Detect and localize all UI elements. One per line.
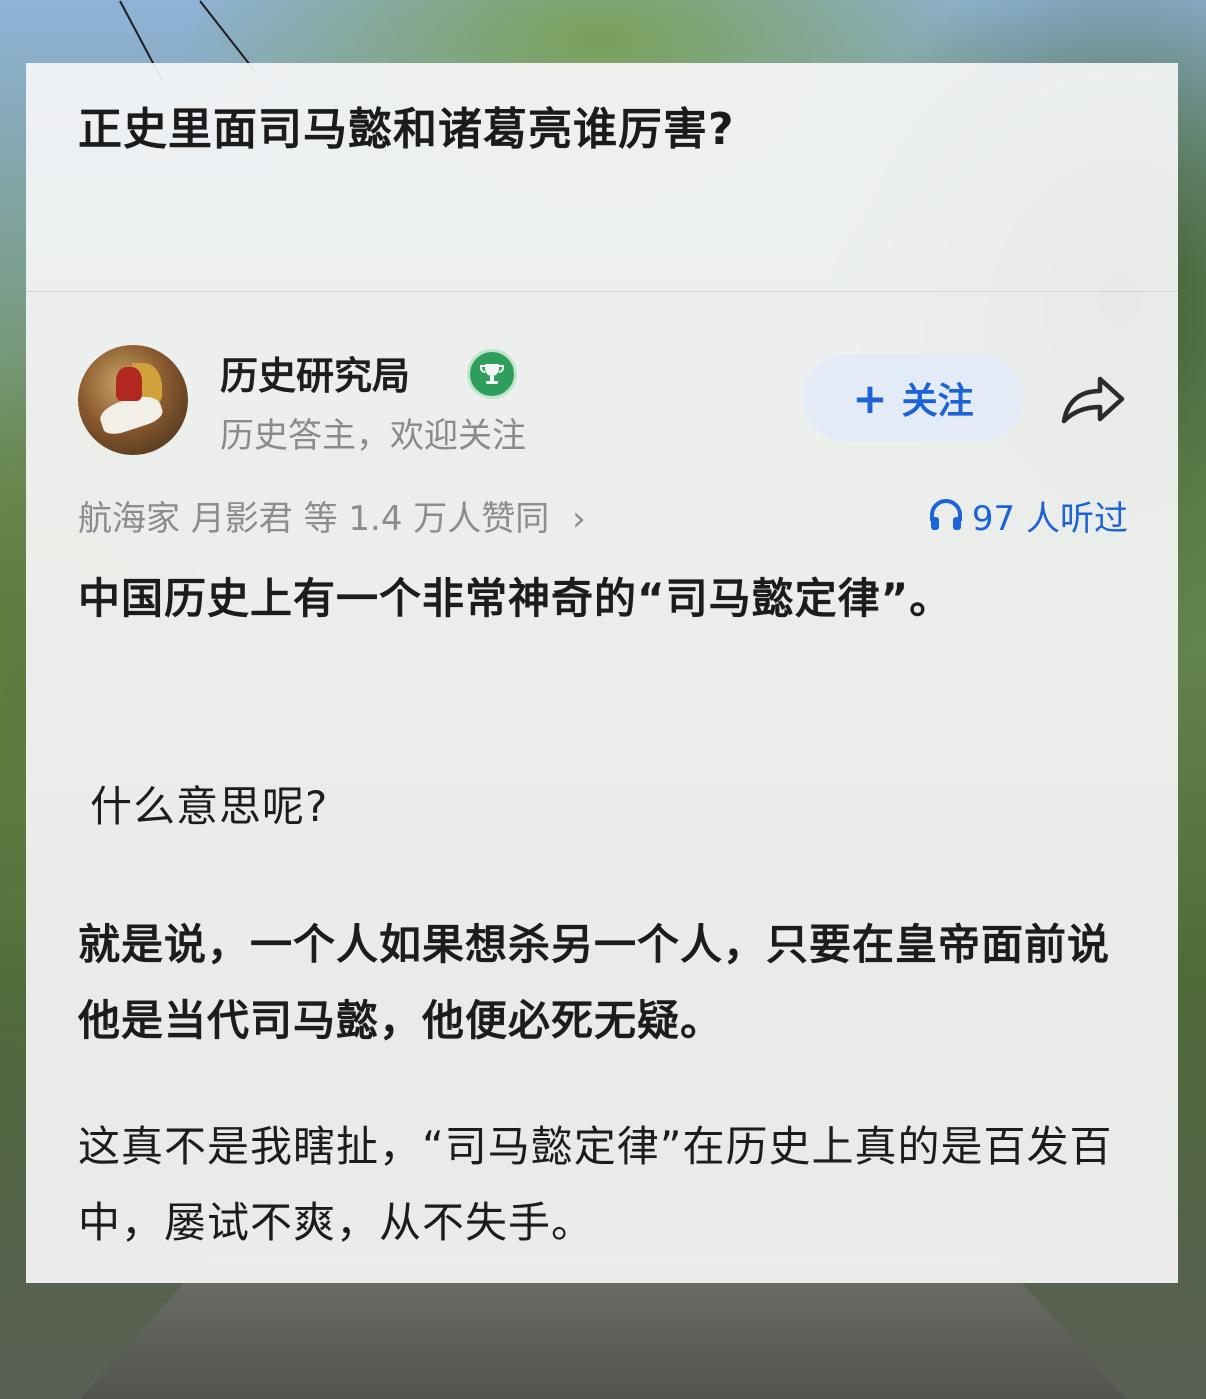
chevron-right-icon: ›: [572, 499, 586, 539]
headphones-icon: [929, 498, 962, 530]
answer-paragraph: 就是说，一个人如果想杀另一个人，只要在皇帝面前说他是当代司马懿，他便必死无疑。: [78, 920, 1111, 1045]
answer-paragraph: 什么意思呢?: [90, 782, 329, 831]
answer-paragraph: 这真不是我瞎扯，“司马懿定律”在历史上真的是百发百中，屡试不爽，从不失手。: [78, 1122, 1113, 1247]
author-avatar[interactable]: [78, 345, 188, 455]
answer-card: 正史里面司马懿和诸葛亮谁厉害? 历史研究局 历史答主，欢迎关注 + 关注 航海家…: [26, 63, 1178, 1283]
follow-button-label: 关注: [901, 381, 974, 422]
answer-paragraph: 中国历史上有一个非常神奇的“司马懿定律”。: [78, 574, 953, 623]
follow-button[interactable]: + 关注: [803, 355, 1023, 441]
endorsement-info[interactable]: 航海家 月影君 等 1.4 万人赞同 ›: [78, 491, 586, 540]
plus-icon: +: [852, 373, 888, 423]
author-description: 历史答主，欢迎关注: [220, 416, 526, 456]
trophy-badge-icon: [467, 349, 517, 399]
share-arrow-icon[interactable]: [1056, 369, 1128, 431]
listen-count[interactable]: 97 人听过: [928, 491, 1128, 540]
question-title[interactable]: 正史里面司马懿和诸葛亮谁厉害?: [78, 93, 735, 157]
listen-count-text: 97 人听过: [971, 499, 1128, 539]
divider: [26, 291, 1178, 292]
author-name[interactable]: 历史研究局: [220, 345, 410, 400]
endorsement-text: 航海家 月影君 等 1.4 万人赞同: [78, 499, 550, 539]
